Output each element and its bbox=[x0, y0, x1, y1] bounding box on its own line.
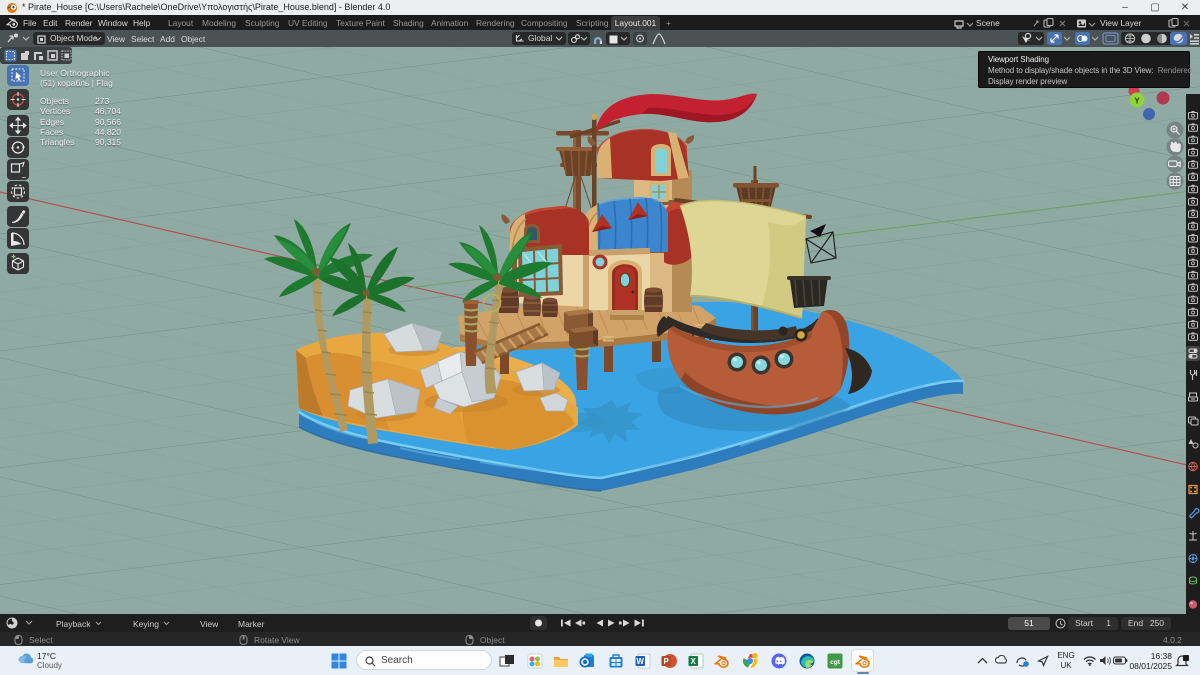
svg-text:Y: Y bbox=[1134, 97, 1140, 106]
svg-text:W: W bbox=[636, 657, 644, 666]
svg-text:cgt: cgt bbox=[830, 659, 841, 666]
svg-text:P: P bbox=[664, 657, 670, 666]
svg-text:X: X bbox=[691, 657, 697, 666]
